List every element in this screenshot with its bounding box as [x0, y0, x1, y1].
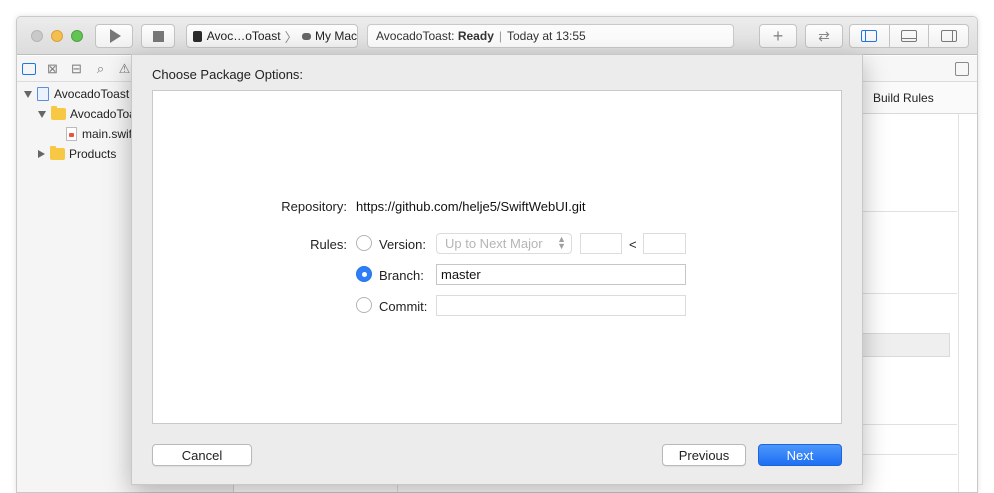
swap-arrows-icon: ⇄: [818, 27, 830, 44]
version-rule-value: Up to Next Major: [445, 236, 543, 251]
scheme-selector[interactable]: Avoc…oToast 〉 My Mac: [186, 24, 358, 48]
folder-icon[interactable]: [22, 62, 36, 75]
library-button[interactable]: +: [759, 24, 797, 48]
folder-icon: [51, 106, 66, 120]
stop-icon: [152, 30, 164, 42]
find-icon[interactable]: ⌕: [93, 61, 108, 76]
bottom-panel-icon: [901, 30, 917, 42]
project-file-icon: [37, 87, 49, 101]
chevron-updown-icon: ▲ ▼: [557, 234, 566, 251]
terminal-icon: [193, 30, 202, 42]
next-button[interactable]: Next: [758, 444, 842, 466]
version-radio[interactable]: [356, 235, 372, 251]
tree-item-label: main.swif: [82, 127, 133, 141]
version-from-field[interactable]: [580, 233, 622, 254]
branch-field[interactable]: master: [436, 264, 686, 285]
play-icon: [110, 29, 121, 43]
tree-item-products[interactable]: Products: [38, 144, 116, 164]
mac-icon: [301, 32, 311, 40]
source-control-icon[interactable]: ⊠: [45, 61, 60, 76]
package-options-sheet: Choose Package Options: Repository: http…: [131, 54, 863, 485]
folder-icon: [50, 146, 65, 160]
left-panel-icon: [861, 30, 878, 42]
swift-file-icon: [66, 127, 77, 141]
zoom-window-button[interactable]: [71, 30, 83, 42]
run-button[interactable]: [95, 24, 133, 48]
disclosure-open-icon[interactable]: [24, 90, 32, 98]
rules-label: Rules:: [310, 237, 347, 252]
close-window-button[interactable]: [31, 30, 43, 42]
branch-label: Branch:: [379, 268, 424, 283]
panel-toggle-group: [849, 24, 969, 48]
plus-icon: +: [772, 25, 784, 46]
activity-viewer: AvocadoToast: Ready | Today at 13:55: [367, 24, 734, 48]
tree-item-project[interactable]: AvocadoToast: [24, 84, 129, 104]
tab-build-rules[interactable]: Build Rules: [873, 91, 934, 105]
stop-button[interactable]: [141, 24, 175, 48]
status-separator: |: [498, 29, 502, 43]
disclosure-closed-icon[interactable]: [38, 150, 45, 158]
version-label: Version:: [379, 237, 426, 252]
branch-radio[interactable]: [356, 266, 372, 282]
tree-item-label: AvocadoToast: [54, 87, 130, 101]
toolbar: Avoc…oToast 〉 My Mac AvocadoToast: Ready…: [17, 17, 977, 55]
code-review-button[interactable]: ⇄: [805, 24, 843, 48]
options-panel: Repository: https://github.com/helje5/Sw…: [152, 90, 842, 424]
scheme-target: Avoc…oToast: [206, 29, 281, 43]
status-time: Today at 13:55: [507, 29, 586, 43]
commit-field[interactable]: [436, 295, 686, 316]
tree-item-file[interactable]: main.swif: [66, 124, 132, 144]
symbol-icon[interactable]: ⊟: [69, 61, 84, 76]
add-editor-icon[interactable]: [955, 62, 969, 76]
version-rule-select[interactable]: Up to Next Major ▲ ▼: [436, 233, 572, 254]
repository-url: https://github.com/helje5/SwiftWebUI.git: [356, 199, 586, 214]
chevron-right-icon: 〉: [284, 29, 298, 45]
commit-label: Commit:: [379, 299, 428, 314]
status-state: Ready: [457, 29, 494, 43]
right-panel-icon: [940, 30, 957, 42]
previous-button[interactable]: Previous: [662, 444, 746, 466]
cancel-button[interactable]: Cancel: [152, 444, 252, 466]
version-to-field[interactable]: [643, 233, 686, 254]
sheet-title: Choose Package Options:: [152, 67, 304, 82]
toggle-navigator-button[interactable]: [850, 25, 890, 47]
status-project: AvocadoToast:: [376, 29, 455, 43]
tree-item-folder[interactable]: AvocadoToas: [38, 104, 142, 124]
scheme-device: My Mac: [315, 29, 357, 43]
toggle-inspector-button[interactable]: [929, 25, 968, 47]
version-separator: <: [629, 237, 637, 252]
repository-label: Repository:: [281, 199, 347, 214]
toggle-debug-area-button[interactable]: [890, 25, 930, 47]
issue-icon[interactable]: ⚠: [117, 61, 132, 76]
tree-item-label: Products: [69, 147, 117, 161]
commit-radio[interactable]: [356, 297, 372, 313]
minimize-window-button[interactable]: [51, 30, 63, 42]
disclosure-open-icon[interactable]: [38, 110, 46, 118]
